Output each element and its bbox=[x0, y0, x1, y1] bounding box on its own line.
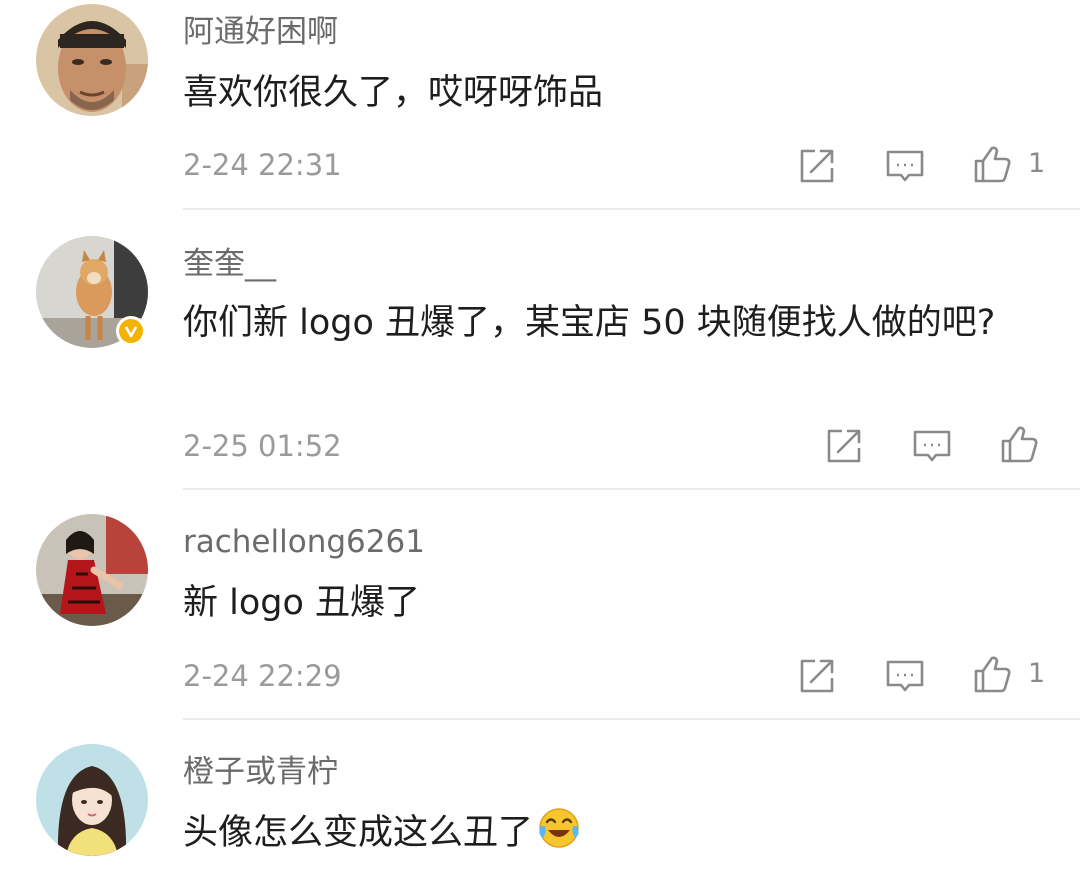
thumbs-up-icon[interactable] bbox=[972, 654, 1012, 694]
timestamp: 2-24 22:31 bbox=[183, 148, 342, 182]
comment-icon[interactable] bbox=[885, 146, 925, 186]
comment-text: 头像怎么变成这么丑了 bbox=[183, 804, 1043, 862]
comment-text: 你们新 logo 丑爆了，某宝店 50 块随便找人做的吧? bbox=[183, 303, 996, 343]
timestamp: 2-24 22:29 bbox=[183, 659, 342, 693]
comment-text: 新 logo 丑爆了 bbox=[183, 583, 421, 623]
avatar[interactable] bbox=[36, 744, 148, 856]
crying-laughing-emoji bbox=[539, 808, 579, 848]
avatar[interactable] bbox=[36, 514, 148, 626]
comment-icon[interactable] bbox=[912, 426, 952, 466]
username[interactable]: 橙子或青柠 bbox=[183, 752, 338, 792]
share-icon[interactable] bbox=[797, 146, 837, 186]
avatar-image bbox=[36, 744, 148, 856]
like-count: 1 bbox=[1028, 148, 1046, 179]
comment-text-body: 头像怎么变成这么丑了 bbox=[183, 813, 534, 853]
comment-item: rachellong6261 新 logo 丑爆了 2-24 22:29 1 bbox=[0, 490, 1080, 720]
avatar-image bbox=[36, 4, 148, 116]
verified-badge-icon bbox=[116, 316, 146, 346]
avatar[interactable] bbox=[36, 4, 148, 116]
username[interactable]: rachellong6261 bbox=[183, 522, 425, 562]
avatar-image bbox=[36, 514, 148, 626]
username[interactable]: 阿通好困啊 bbox=[183, 12, 338, 52]
share-icon[interactable] bbox=[824, 426, 864, 466]
username[interactable]: 奎奎__ bbox=[183, 244, 276, 284]
timestamp: 2-25 01:52 bbox=[183, 429, 342, 463]
thumbs-up-icon[interactable] bbox=[972, 144, 1012, 184]
comment-text: 喜欢你很久了，哎呀呀饰品 bbox=[183, 73, 604, 113]
share-icon[interactable] bbox=[797, 656, 837, 696]
comment-item: 橙子或青柠 头像怎么变成这么丑了 bbox=[0, 720, 1080, 873]
comment-item: 阿通好困啊 喜欢你很久了，哎呀呀饰品 2-24 22:31 1 bbox=[0, 0, 1080, 210]
like-count: 1 bbox=[1028, 658, 1046, 689]
comment-item: 奎奎__ 你们新 logo 丑爆了，某宝店 50 块随便找人做的吧? 2-25 … bbox=[0, 210, 1080, 490]
thumbs-up-icon[interactable] bbox=[999, 424, 1039, 464]
comment-icon[interactable] bbox=[885, 656, 925, 696]
